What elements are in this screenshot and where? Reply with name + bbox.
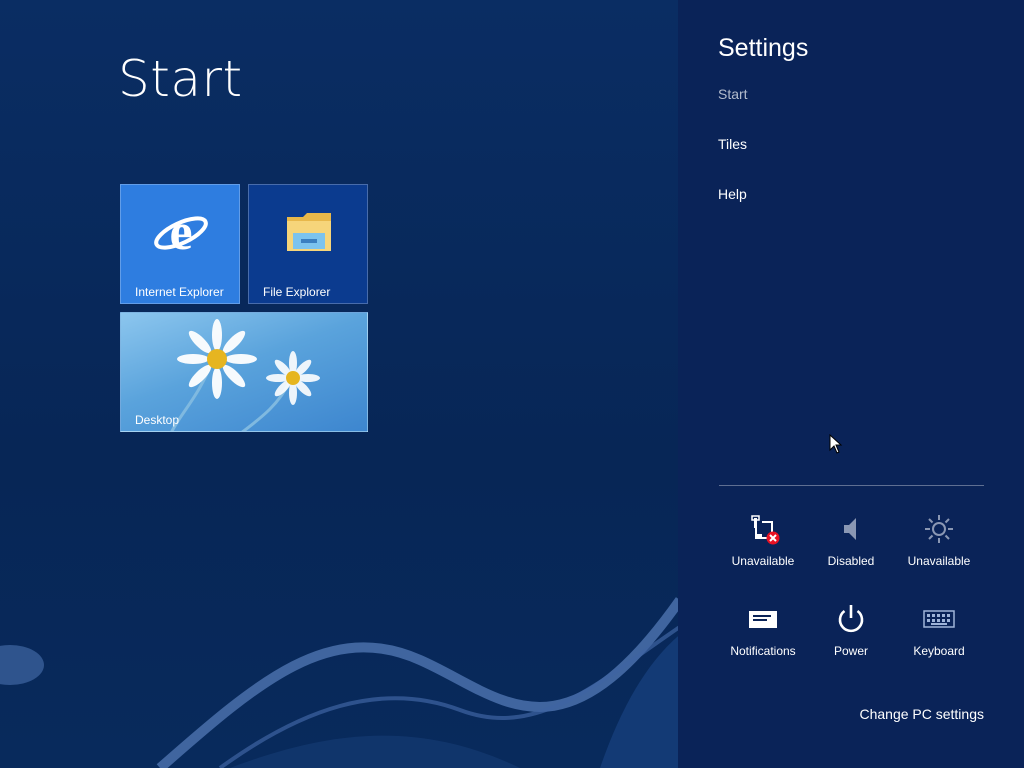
background-swirl-decoration: [0, 597, 700, 768]
mouse-cursor-icon: [829, 434, 843, 454]
keyboard-label: Keyboard: [913, 644, 965, 658]
tile-internet-explorer[interactable]: e Internet Explorer: [120, 184, 240, 304]
notifications-button[interactable]: Notifications: [719, 602, 807, 672]
start-screen: Start e Internet Explorer File Explorer: [0, 0, 1024, 768]
svg-text:e: e: [169, 204, 192, 261]
settings-title: Settings: [718, 34, 809, 62]
network-status-label: Unavailable: [731, 554, 795, 568]
tile-file-explorer[interactable]: File Explorer: [248, 184, 368, 304]
page-title: Start: [118, 50, 243, 108]
power-label: Power: [833, 644, 868, 658]
folder-icon: [287, 213, 331, 251]
keyboard-button[interactable]: Keyboard: [895, 602, 983, 672]
volume-icon: [844, 518, 856, 540]
tile-desktop[interactable]: Desktop: [120, 312, 368, 432]
tile-label: File Explorer: [263, 285, 331, 299]
tile-label: Internet Explorer: [135, 285, 224, 299]
volume-status-label: Disabled: [827, 554, 875, 568]
notifications-icon: [749, 611, 777, 628]
notifications-label: Notifications: [730, 644, 796, 658]
settings-link-start[interactable]: Start: [718, 86, 748, 102]
network-unavailable-icon: [751, 515, 780, 545]
brightness-button[interactable]: Unavailable: [895, 512, 983, 582]
divider: [719, 485, 984, 486]
tile-label: Desktop: [135, 413, 180, 427]
brightness-icon: [925, 515, 953, 543]
power-icon: [838, 605, 864, 633]
settings-link-tiles[interactable]: Tiles: [718, 136, 747, 152]
internet-explorer-icon: e: [154, 204, 208, 261]
brightness-status-label: Unavailable: [907, 554, 971, 568]
power-button[interactable]: Power: [807, 602, 895, 672]
network-button[interactable]: Unavailable: [719, 512, 807, 582]
settings-charm-pane: Settings Start Tiles Help Unavailable Di…: [678, 0, 1024, 768]
change-pc-settings-link[interactable]: Change PC settings: [859, 706, 984, 722]
settings-link-help[interactable]: Help: [718, 186, 747, 202]
keyboard-icon: [923, 610, 955, 628]
volume-button[interactable]: Disabled: [807, 512, 895, 582]
